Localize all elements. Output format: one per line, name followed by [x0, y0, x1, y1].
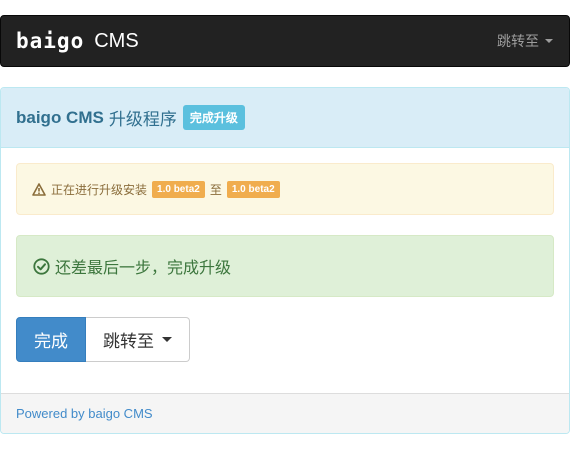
warning-text: 正在进行升级安装 — [51, 182, 148, 197]
upgrade-panel: baigo CMS 升级程序 完成升级 正在进行升级安装 1.0 beta2 至… — [0, 87, 570, 434]
jump-dropdown-button[interactable]: 跳转至 — [86, 317, 190, 362]
brand-logo: baigo — [16, 29, 85, 53]
to-version-label: 1.0 beta2 — [226, 180, 280, 198]
panel-heading: baigo CMS 升级程序 完成升级 — [1, 88, 569, 148]
powered-by-link[interactable]: Powered by baigo CMS — [16, 406, 153, 421]
navbar-jump-label: 跳转至 — [497, 33, 539, 49]
top-navbar: baigo CMS 跳转至 — [0, 15, 570, 67]
jump-button-label: 跳转至 — [103, 332, 154, 351]
panel-product-name: baigo CMS — [16, 107, 104, 127]
check-circle-icon — [33, 257, 50, 275]
action-button-group: 完成 跳转至 — [16, 317, 190, 362]
navbar-jump-dropdown[interactable]: 跳转至 — [497, 31, 553, 51]
upgrade-warning-alert: 正在进行升级安装 1.0 beta2 至 1.0 beta2 — [16, 163, 554, 215]
success-text: 还差最后一步，完成升级 — [55, 260, 232, 277]
caret-down-icon — [545, 39, 553, 43]
finish-button[interactable]: 完成 — [16, 317, 86, 362]
panel-body: 正在进行升级安装 1.0 beta2 至 1.0 beta2 还差最后一步，完成… — [1, 148, 569, 393]
success-alert: 还差最后一步，完成升级 — [16, 235, 554, 297]
brand-suffix: CMS — [94, 29, 139, 52]
panel-footer: Powered by baigo CMS — [1, 393, 569, 433]
caret-down-icon — [162, 337, 172, 342]
from-version-label: 1.0 beta2 — [152, 180, 205, 198]
brand[interactable]: baigo CMS — [16, 29, 139, 53]
status-badge: 完成升级 — [182, 105, 245, 130]
warning-triangle-icon — [32, 182, 46, 196]
warning-connector: 至 — [209, 182, 222, 197]
panel-title: 升级程序 — [108, 110, 177, 129]
